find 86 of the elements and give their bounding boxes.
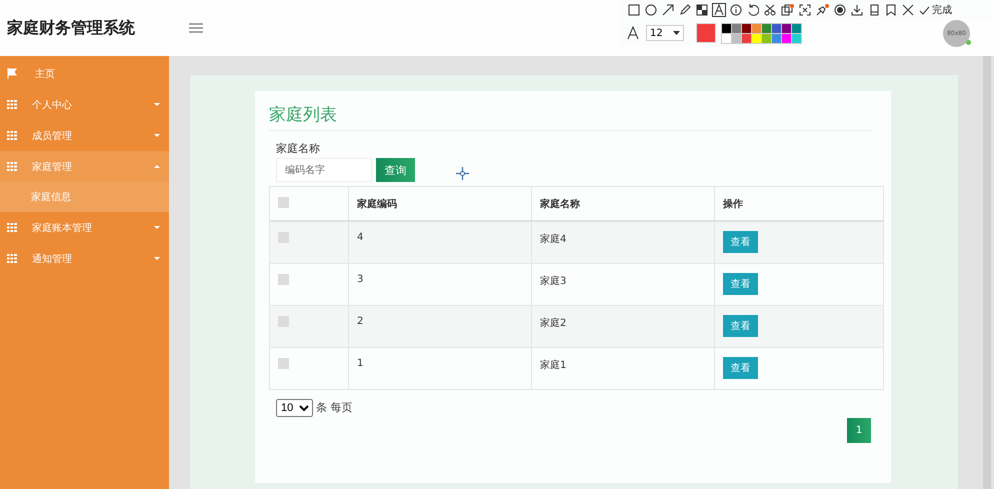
font-size-select[interactable]: 12	[646, 25, 684, 41]
caret-icon	[154, 257, 160, 260]
current-color-swatch[interactable]	[696, 23, 716, 43]
color-swatch[interactable]	[782, 34, 791, 42]
caret-icon	[154, 103, 160, 106]
card-title: 家庭列表	[269, 103, 871, 131]
color-swatch[interactable]	[722, 34, 731, 42]
grid-icon	[7, 131, 17, 140]
undo-icon[interactable]	[747, 4, 759, 16]
page-size-select[interactable]: 10	[276, 398, 313, 416]
table-cell: 家庭1	[532, 347, 714, 389]
field-label: 家庭名称	[276, 141, 321, 156]
grid-icon	[7, 162, 17, 171]
table-cell: 4	[348, 221, 532, 263]
info-tool-icon[interactable]	[730, 4, 742, 16]
page-button[interactable]: 1	[847, 418, 871, 442]
table-cell: 1	[348, 347, 532, 389]
grid-icon	[7, 100, 17, 109]
color-swatch[interactable]	[742, 34, 751, 42]
pin-icon[interactable]	[816, 4, 829, 16]
pencil-tool-icon[interactable]	[679, 4, 691, 16]
view-button[interactable]: 查看	[723, 314, 758, 336]
done-button[interactable]: 完成	[919, 3, 952, 17]
download-icon[interactable]	[851, 4, 863, 16]
status-dot-icon	[966, 40, 971, 45]
text-tool-icon[interactable]	[712, 3, 726, 17]
grid-icon	[7, 223, 17, 232]
checkbox[interactable]	[278, 274, 289, 284]
table-cell: 3	[348, 263, 532, 305]
color-swatch[interactable]	[782, 24, 791, 32]
bookmark-icon[interactable]	[885, 4, 897, 16]
caret-icon	[154, 226, 160, 229]
color-swatch[interactable]	[732, 34, 741, 42]
color-swatch[interactable]	[742, 24, 751, 32]
font-icon	[626, 26, 640, 40]
table-cell: 家庭4	[532, 221, 714, 263]
checkbox[interactable]	[278, 196, 289, 208]
check-icon	[919, 6, 930, 14]
view-button[interactable]: 查看	[723, 356, 758, 378]
copy-icon[interactable]	[781, 4, 794, 16]
color-swatch[interactable]	[722, 24, 731, 32]
page-size-label: 条 每页	[316, 400, 352, 415]
color-swatch[interactable]	[772, 34, 781, 42]
sidebar-item[interactable]: 成员管理	[0, 120, 169, 151]
mosaic-tool-icon[interactable]	[696, 4, 708, 16]
search-field[interactable]: 编码名字	[276, 158, 372, 182]
record-icon[interactable]	[834, 4, 846, 16]
arrow-tool-icon[interactable]	[662, 4, 674, 16]
checkbox[interactable]	[278, 316, 289, 326]
view-button[interactable]: 查看	[723, 272, 758, 294]
sidebar-item[interactable]: 家庭账本管理	[0, 212, 169, 243]
caret-icon	[154, 134, 160, 137]
table-cell: 家庭2	[532, 305, 714, 347]
caret-icon	[154, 165, 160, 168]
sidebar-subitem[interactable]: 家庭信息	[0, 182, 169, 212]
color-swatch[interactable]	[762, 34, 771, 42]
app-title: 家庭财务管理系统	[7, 18, 136, 38]
scissors-icon[interactable]	[764, 4, 776, 16]
search-button[interactable]: 查询	[376, 158, 415, 182]
grid-icon	[7, 254, 17, 263]
sidebar-item[interactable]: 个人中心	[0, 89, 169, 120]
caret-icon	[673, 31, 680, 35]
color-swatch[interactable]	[752, 34, 761, 42]
scrollbar[interactable]	[983, 56, 991, 489]
menu-icon[interactable]	[189, 23, 203, 33]
checkbox[interactable]	[278, 358, 289, 368]
circle-tool-icon[interactable]	[645, 4, 657, 16]
sidebar-item[interactable]: 主页	[0, 58, 169, 89]
sidebar-item[interactable]: 家庭管理	[0, 151, 169, 182]
crosshair-icon	[456, 166, 469, 180]
color-swatch[interactable]	[752, 24, 761, 32]
rectangle-tool-icon[interactable]	[628, 4, 640, 16]
color-swatch[interactable]	[762, 24, 771, 32]
checkbox[interactable]	[278, 232, 289, 243]
table-cell: 2	[348, 305, 532, 347]
color-swatch[interactable]	[792, 34, 801, 42]
table-cell: 家庭3	[532, 263, 714, 305]
color-swatch[interactable]	[772, 24, 781, 32]
color-swatch[interactable]	[792, 24, 801, 32]
close-icon[interactable]	[902, 4, 914, 16]
flag-icon	[7, 68, 17, 79]
color-swatch[interactable]	[732, 24, 741, 32]
phone-icon[interactable]	[868, 4, 880, 16]
sidebar-item[interactable]: 通知管理	[0, 243, 169, 274]
view-button[interactable]: 查看	[723, 231, 758, 253]
expand-icon[interactable]	[799, 4, 811, 16]
